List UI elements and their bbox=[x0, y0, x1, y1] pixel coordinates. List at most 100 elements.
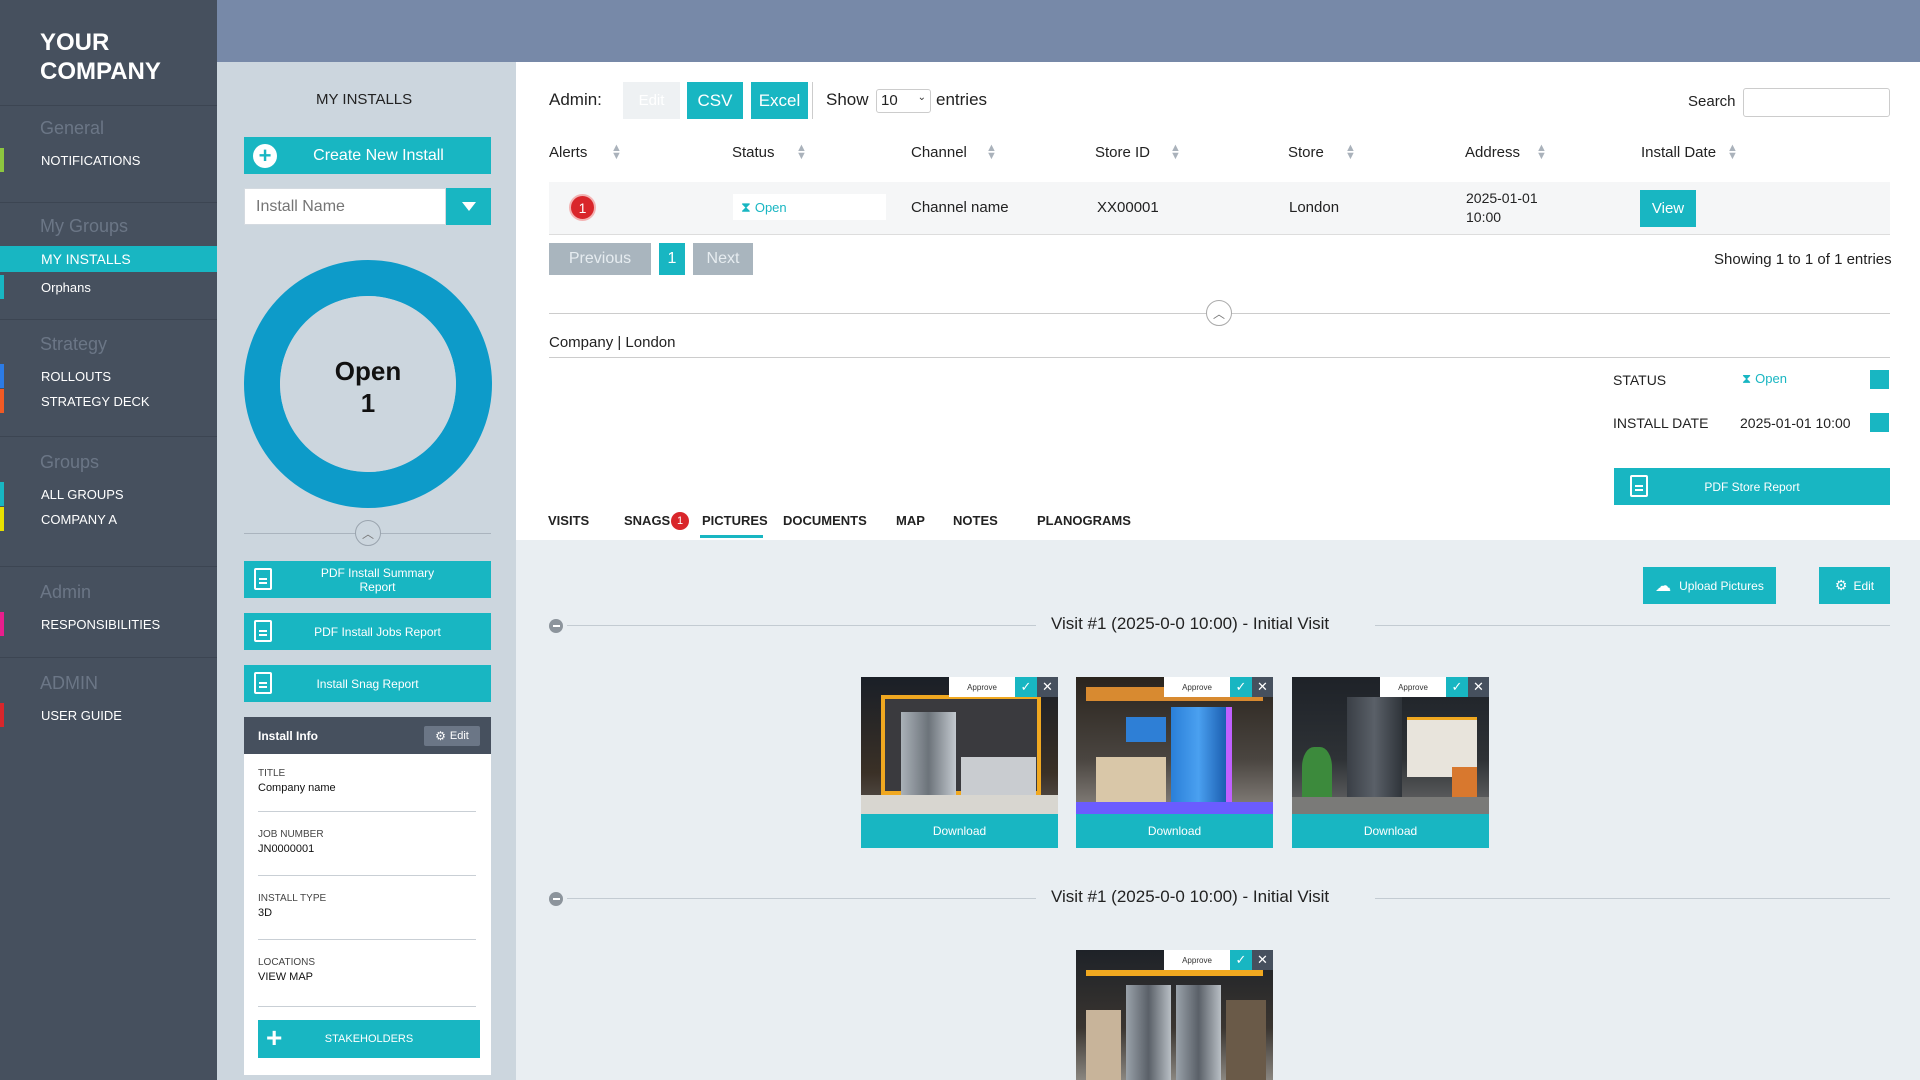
divider bbox=[567, 898, 1036, 899]
col-header-alerts[interactable]: Alerts bbox=[549, 144, 587, 161]
top-header-bar bbox=[217, 0, 1920, 62]
divider bbox=[549, 357, 1890, 358]
reject-close-icon[interactable]: ✕ bbox=[1252, 677, 1273, 697]
view-button[interactable]: View bbox=[1640, 190, 1696, 227]
title-label: TITLE bbox=[258, 768, 286, 779]
download-button[interactable]: Download bbox=[1076, 814, 1273, 848]
view-map-link[interactable]: VIEW MAP bbox=[258, 971, 313, 983]
cell-store-id: XX00001 bbox=[1097, 199, 1159, 216]
install-photo: Approve ✓ ✕ Download bbox=[1292, 677, 1489, 848]
previous-button[interactable]: Previous bbox=[549, 243, 651, 275]
excel-export-button[interactable]: Excel bbox=[751, 82, 808, 119]
reject-close-icon[interactable]: ✕ bbox=[1037, 677, 1058, 697]
approve-check-icon[interactable]: ✓ bbox=[1230, 677, 1252, 697]
entries-select[interactable]: 10 ⌄ bbox=[876, 89, 931, 113]
breadcrumb: Company | London bbox=[549, 334, 676, 351]
divider bbox=[258, 875, 476, 876]
sort-icon[interactable]: ▲ ▼ bbox=[986, 143, 997, 162]
collapse-visit-icon[interactable] bbox=[549, 892, 563, 906]
alert-badge[interactable]: 1 bbox=[569, 194, 596, 221]
plus-icon: + bbox=[266, 1022, 283, 1053]
download-button[interactable]: Download bbox=[1292, 814, 1489, 848]
install-info-edit-button[interactable]: ⚙ Edit bbox=[424, 726, 480, 746]
toolbar-divider bbox=[812, 82, 813, 119]
sidebar-item-notifications[interactable]: NOTIFICATIONS bbox=[41, 153, 140, 168]
csv-export-button[interactable]: CSV bbox=[687, 82, 743, 119]
panel-title: MY INSTALLS bbox=[316, 91, 413, 108]
nav-color-mark bbox=[0, 364, 4, 388]
sidebar-item-orphans[interactable]: Orphans bbox=[41, 280, 91, 295]
chevron-up-icon[interactable]: ︿ bbox=[1206, 300, 1232, 326]
collapse-visit-icon[interactable] bbox=[549, 619, 563, 633]
approve-check-icon[interactable]: ✓ bbox=[1015, 677, 1037, 697]
photo-image bbox=[861, 677, 1058, 814]
sidebar-item-user-guide[interactable]: USER GUIDE bbox=[41, 708, 122, 723]
pdf-store-report-button[interactable]: PDF Store Report bbox=[1614, 468, 1890, 505]
pdf-file-icon bbox=[254, 672, 272, 694]
tab-snags[interactable]: SNAGS bbox=[624, 513, 670, 528]
chevron-up-icon[interactable]: ︿ bbox=[355, 520, 381, 546]
tab-map[interactable]: MAP bbox=[896, 513, 925, 528]
page-1-button[interactable]: 1 bbox=[659, 243, 685, 275]
reject-close-icon[interactable]: ✕ bbox=[1468, 677, 1489, 697]
sort-icon[interactable]: ▲ ▼ bbox=[1345, 143, 1356, 162]
pdf-install-summary-button[interactable]: PDF Install Summary Report bbox=[244, 561, 491, 598]
visit-heading: Visit #1 (2025-0-0 10:00) - Initial Visi… bbox=[1051, 614, 1330, 633]
upload-pictures-button[interactable]: ☁ Upload Pictures bbox=[1643, 567, 1776, 604]
status-label: STATUS bbox=[1613, 372, 1667, 388]
create-new-install-button[interactable]: + Create New Install bbox=[244, 137, 491, 174]
tab-visits[interactable]: VISITS bbox=[548, 513, 589, 528]
sort-icon[interactable]: ▲ ▼ bbox=[796, 143, 807, 162]
install-name-dropdown-button[interactable] bbox=[446, 188, 491, 225]
sidebar-item-all-groups[interactable]: ALL GROUPS bbox=[41, 487, 124, 502]
tab-notes[interactable]: NOTES bbox=[953, 513, 998, 528]
donut-label: Open bbox=[334, 356, 402, 386]
col-header-status[interactable]: Status bbox=[732, 144, 775, 161]
sort-icon[interactable]: ▲ ▼ bbox=[1170, 143, 1181, 162]
tab-documents[interactable]: DOCUMENTS bbox=[783, 513, 867, 528]
tab-planograms[interactable]: PLANOGRAMS bbox=[1037, 513, 1131, 528]
status-badge: ⧗ Open bbox=[733, 194, 886, 220]
sidebar-item-my-installs[interactable]: MY INSTALLS bbox=[41, 251, 131, 267]
divider bbox=[1375, 625, 1890, 626]
install-name-input[interactable] bbox=[244, 188, 446, 225]
col-header-channel[interactable]: Channel bbox=[911, 144, 967, 161]
col-header-install-date[interactable]: Install Date bbox=[1641, 144, 1716, 161]
tab-pictures[interactable]: PICTURES bbox=[702, 513, 768, 528]
reject-close-icon[interactable]: ✕ bbox=[1252, 950, 1273, 970]
title-value: Company name bbox=[258, 782, 336, 794]
nav-section-strategy: Strategy bbox=[40, 334, 108, 354]
nav-section-admin: Admin bbox=[40, 582, 92, 602]
col-header-address[interactable]: Address bbox=[1465, 144, 1520, 161]
date-color-swatch bbox=[1870, 413, 1889, 432]
sidebar-item-strategy-deck[interactable]: STRATEGY DECK bbox=[41, 394, 150, 409]
gallery-edit-button[interactable]: ⚙ Edit bbox=[1819, 567, 1890, 604]
edit-button-disabled[interactable]: Edit bbox=[623, 82, 680, 119]
download-button[interactable]: Download bbox=[861, 814, 1058, 848]
nav-color-mark bbox=[0, 703, 4, 727]
approve-check-icon[interactable]: ✓ bbox=[1230, 950, 1252, 970]
sort-icon[interactable]: ▲ ▼ bbox=[1727, 143, 1738, 162]
sort-icon[interactable]: ▲ ▼ bbox=[611, 143, 622, 162]
sidebar-item-company-a[interactable]: COMPANY A bbox=[41, 512, 117, 527]
sidebar: YOUR COMPANY General NOTIFICATIONS My Gr… bbox=[0, 0, 230, 1080]
pdf-file-icon bbox=[1630, 475, 1648, 497]
hourglass-icon: ⧗ bbox=[1742, 371, 1752, 386]
next-button[interactable]: Next bbox=[693, 243, 753, 275]
sort-icon[interactable]: ▲ ▼ bbox=[1536, 143, 1547, 162]
approve-check-icon[interactable]: ✓ bbox=[1446, 677, 1468, 697]
sidebar-item-rollouts[interactable]: ROLLOUTS bbox=[41, 369, 111, 384]
search-input[interactable] bbox=[1743, 88, 1890, 117]
install-snag-report-button[interactable]: Install Snag Report bbox=[244, 665, 491, 702]
locations-label: LOCATIONS bbox=[258, 957, 316, 968]
col-header-store-id[interactable]: Store ID bbox=[1095, 144, 1150, 161]
divider bbox=[258, 1006, 476, 1007]
pdf-file-icon bbox=[254, 620, 272, 642]
col-header-store[interactable]: Store bbox=[1288, 144, 1324, 161]
entries-label: entries bbox=[936, 90, 988, 109]
divider bbox=[0, 319, 217, 320]
nav-section-general: General bbox=[40, 118, 105, 138]
stakeholders-button[interactable]: + STAKEHOLDERS bbox=[258, 1020, 480, 1058]
pdf-install-jobs-button[interactable]: PDF Install Jobs Report bbox=[244, 613, 491, 650]
sidebar-item-responsibilities[interactable]: RESPONSIBILITIES bbox=[41, 617, 160, 632]
